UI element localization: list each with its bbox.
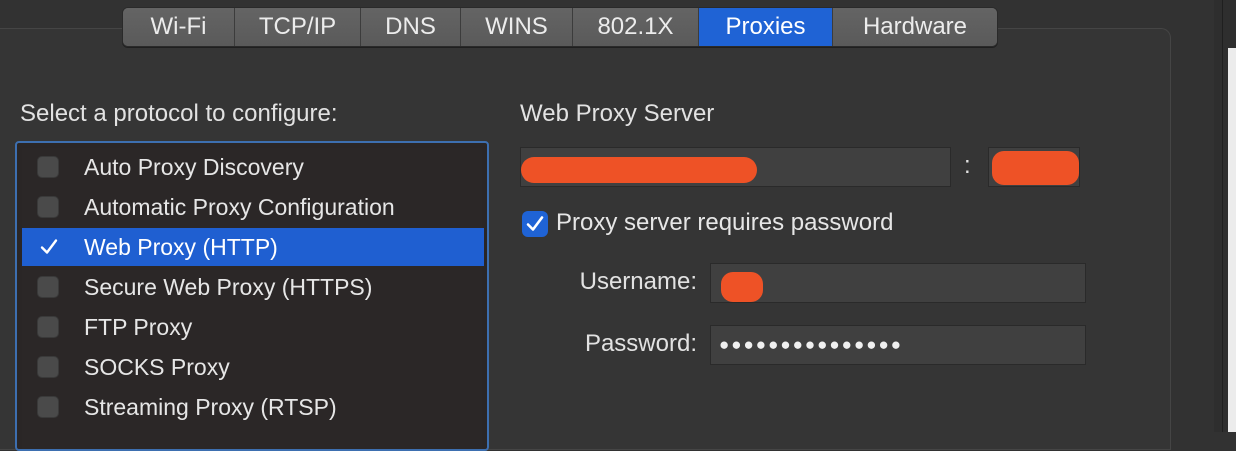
protocol-label: Automatic Proxy Configuration [84,194,395,220]
web-proxy-server-heading: Web Proxy Server [520,100,715,127]
checkbox[interactable] [37,196,59,218]
checkbox[interactable] [37,276,59,298]
settings-tab-bar: Wi-Fi TCP/IP DNS WINS 802.1X Proxies Har… [122,7,998,47]
checkbox[interactable] [37,396,59,418]
password-input[interactable]: ●●●●●●●●●●●●●●● [710,325,1086,365]
redaction-mark [721,272,763,302]
proxy-port-input[interactable] [988,147,1080,187]
checkbox[interactable] [37,356,59,378]
protocol-row-secure-web-proxy-https[interactable]: Secure Web Proxy (HTTPS) [22,268,484,306]
checkbox[interactable] [37,156,59,178]
protocol-row-ftp-proxy[interactable]: FTP Proxy [22,308,484,346]
background-window-panel [1228,48,1236,432]
password-mask: ●●●●●●●●●●●●●●● [719,335,904,354]
tab-tcp-ip[interactable]: TCP/IP [235,8,361,46]
proxy-server-address-input[interactable] [520,147,951,187]
checkmark-icon [526,216,544,231]
protocol-label: Web Proxy (HTTP) [84,234,278,260]
protocol-label: SOCKS Proxy [84,354,230,380]
redaction-mark [992,151,1079,185]
port-separator: : [964,152,971,179]
tab-dns[interactable]: DNS [361,8,461,46]
protocol-list-content: Auto Proxy Discovery Automatic Proxy Con… [22,148,484,449]
checkbox[interactable] [37,316,59,338]
protocol-label: Streaming Proxy (RTSP) [84,394,337,420]
protocol-row-socks-proxy[interactable]: SOCKS Proxy [22,348,484,386]
checkmark-icon [40,239,58,254]
protocol-label: Auto Proxy Discovery [84,154,304,180]
password-label: Password: [584,330,697,357]
redaction-mark [521,157,757,183]
requires-password-label[interactable]: Proxy server requires password [556,209,893,237]
tab-802-1x[interactable]: 802.1X [573,8,699,46]
protocol-list-heading: Select a protocol to configure: [20,100,338,127]
window-divider [1222,0,1223,432]
username-input[interactable] [710,263,1086,303]
tab-wins[interactable]: WINS [461,8,573,46]
checkbox-checked[interactable] [37,236,59,258]
protocol-row-automatic-proxy-configuration[interactable]: Automatic Proxy Configuration [22,188,484,226]
tab-proxies[interactable]: Proxies [699,8,833,46]
protocol-row-streaming-proxy-rtsp[interactable]: Streaming Proxy (RTSP) [22,388,484,426]
protocol-label: Secure Web Proxy (HTTPS) [84,274,373,300]
protocol-row-web-proxy-http[interactable]: Web Proxy (HTTP) [22,228,484,266]
requires-password-checkbox[interactable] [522,211,548,237]
protocol-row-auto-proxy-discovery[interactable]: Auto Proxy Discovery [22,148,484,186]
protocol-label: FTP Proxy [84,314,193,340]
tab-hardware[interactable]: Hardware [833,8,997,46]
protocol-list[interactable]: Auto Proxy Discovery Automatic Proxy Con… [15,141,489,451]
background-window-edge [1214,0,1236,432]
tab-wifi[interactable]: Wi-Fi [123,8,235,46]
username-label: Username: [579,268,697,295]
